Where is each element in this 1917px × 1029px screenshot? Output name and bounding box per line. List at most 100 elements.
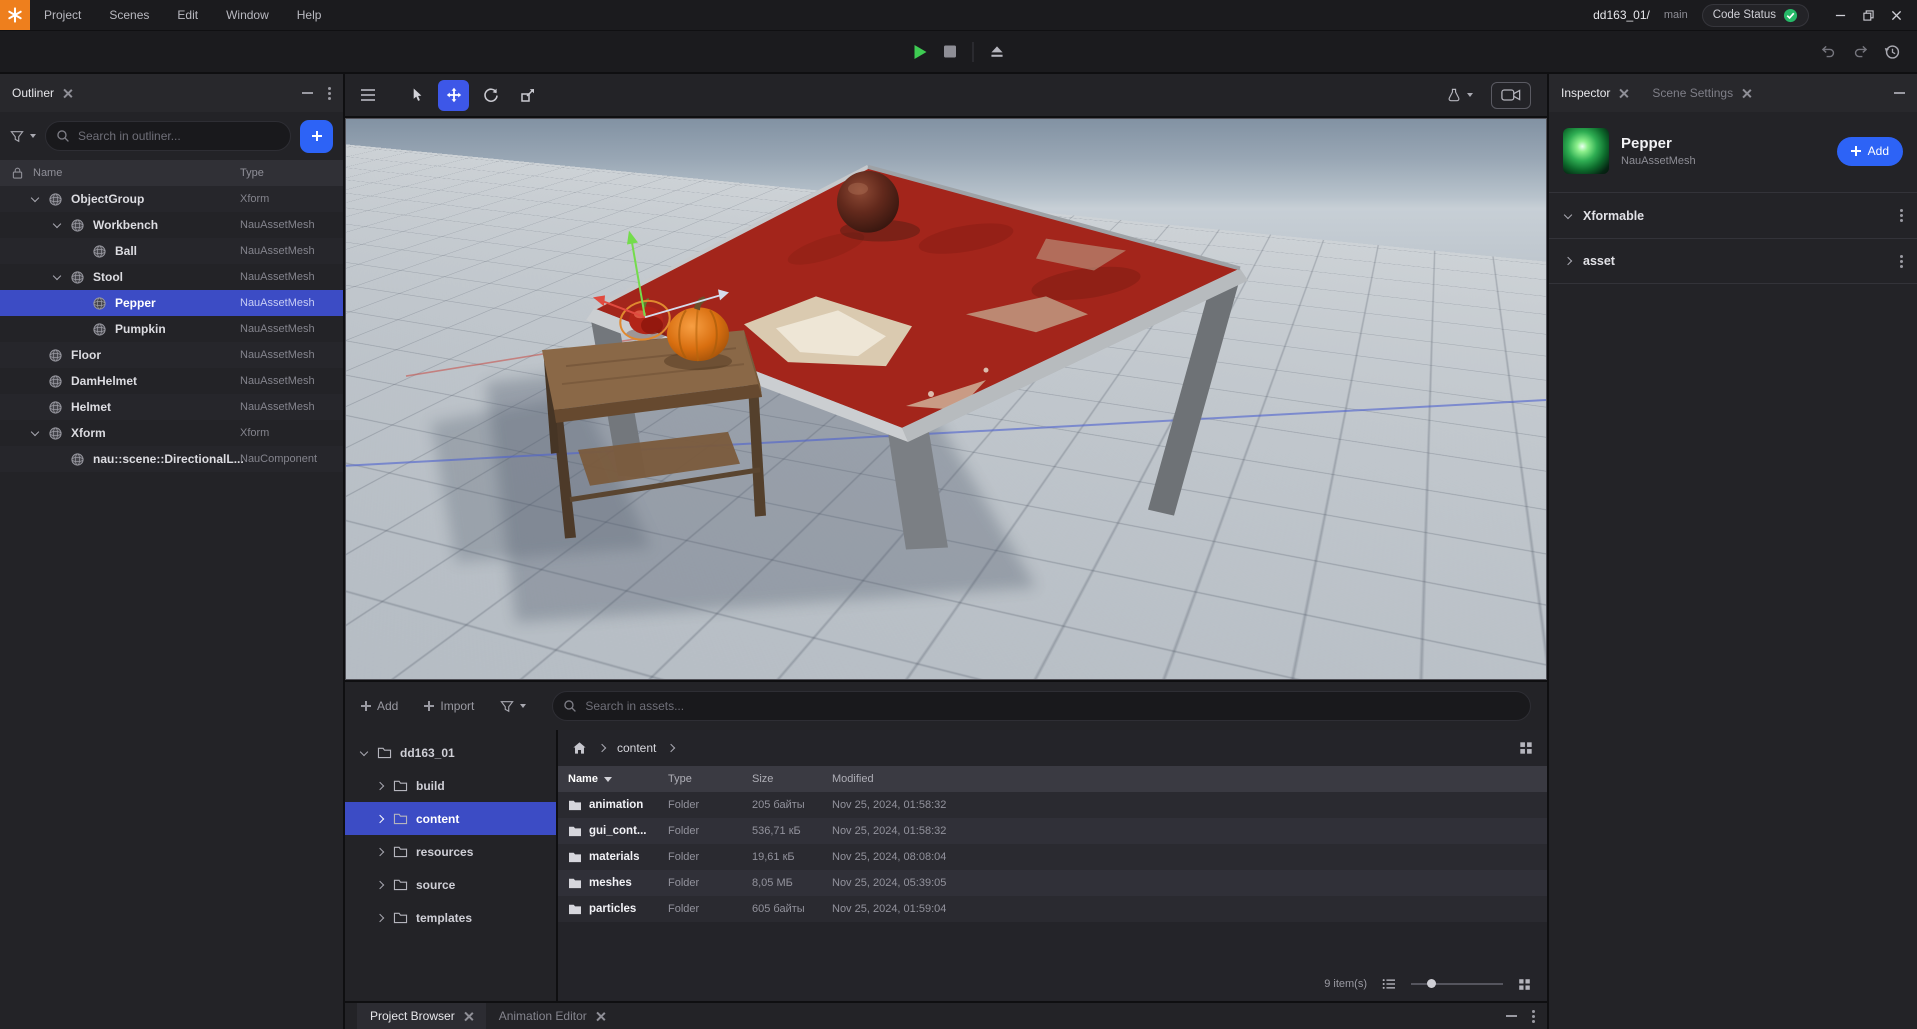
list-view-button[interactable] [1382, 978, 1396, 990]
scale-tool-button[interactable] [512, 80, 543, 111]
restore-button[interactable] [1855, 2, 1881, 28]
expand-icon[interactable] [74, 298, 84, 308]
outliner-row[interactable]: ObjectGroup Xform [0, 186, 343, 212]
render-settings-button[interactable] [1447, 88, 1473, 103]
thumbnail-view-button[interactable] [1518, 978, 1531, 991]
outliner-row[interactable]: Pumpkin NauAssetMesh [0, 316, 343, 342]
grid-view-button[interactable] [1519, 741, 1533, 755]
expand-icon[interactable] [1563, 256, 1573, 266]
outliner-row[interactable]: DamHelmet NauAssetMesh [0, 368, 343, 394]
close-button[interactable] [1883, 2, 1909, 28]
undo-button[interactable] [1820, 44, 1837, 59]
import-asset-button[interactable]: Import [424, 699, 474, 713]
outliner-row[interactable]: Pepper NauAssetMesh [0, 290, 343, 316]
menu-item[interactable]: Project [30, 0, 95, 30]
outliner-filter-button[interactable] [10, 130, 36, 143]
expand-icon[interactable] [30, 350, 40, 360]
file-row[interactable]: meshes Folder 8,05 МБ Nov 25, 2024, 05:3… [558, 870, 1547, 896]
viewport-3d[interactable] [345, 118, 1547, 680]
expand-icon[interactable] [30, 194, 40, 204]
rotate-tool-button[interactable] [475, 80, 506, 111]
expand-icon[interactable] [74, 246, 84, 256]
folder-tree-item[interactable]: source [345, 868, 556, 901]
inspector-section[interactable]: Xformable [1549, 192, 1917, 238]
inspector-section[interactable]: asset [1549, 238, 1917, 284]
add-object-button[interactable] [300, 120, 333, 153]
file-row[interactable]: animation Folder 205 байты Nov 25, 2024,… [558, 792, 1547, 818]
outliner-row[interactable]: Ball NauAssetMesh [0, 238, 343, 264]
column-header-name[interactable]: Name [33, 167, 62, 179]
outliner-search-input[interactable] [45, 121, 291, 151]
breadcrumb-item[interactable]: content [617, 741, 656, 755]
menu-item[interactable]: Edit [163, 0, 212, 30]
redo-button[interactable] [1852, 44, 1869, 59]
asset-search-input[interactable] [552, 691, 1531, 721]
menu-item[interactable]: Window [212, 0, 283, 30]
collapse-browser-button[interactable] [1506, 1015, 1517, 1017]
outliner-row[interactable]: Workbench NauAssetMesh [0, 212, 343, 238]
inspector-tab[interactable]: Scene Settings [1652, 86, 1751, 100]
column-type[interactable]: Type [668, 773, 752, 785]
expand-icon[interactable] [375, 880, 385, 890]
folder-tree-item[interactable]: resources [345, 835, 556, 868]
column-name[interactable]: Name [568, 773, 668, 785]
collapse-panel-button[interactable] [302, 92, 313, 94]
folder-tree-item[interactable]: dd163_01 [345, 736, 556, 769]
move-tool-button[interactable] [438, 80, 469, 111]
select-tool-button[interactable] [401, 80, 432, 111]
inspector-tab[interactable]: Inspector [1561, 86, 1628, 100]
outliner-row[interactable]: Helmet NauAssetMesh [0, 394, 343, 420]
close-icon[interactable] [1742, 89, 1751, 98]
expand-icon[interactable] [52, 220, 62, 230]
file-row[interactable]: particles Folder 605 байты Nov 25, 2024,… [558, 896, 1547, 922]
column-size[interactable]: Size [752, 773, 832, 785]
slider-handle[interactable] [1427, 979, 1436, 988]
expand-icon[interactable] [1563, 211, 1573, 221]
panel-tab[interactable]: Animation Editor [486, 1003, 618, 1029]
eject-button[interactable] [989, 45, 1004, 58]
camera-button[interactable] [1491, 82, 1531, 109]
expand-icon[interactable] [359, 748, 369, 758]
outliner-row[interactable]: Xform Xform [0, 420, 343, 446]
outliner-row[interactable]: Stool NauAssetMesh [0, 264, 343, 290]
app-logo-icon[interactable] [0, 0, 30, 30]
add-component-button[interactable]: Add [1837, 137, 1903, 166]
expand-icon[interactable] [30, 376, 40, 386]
expand-icon[interactable] [375, 847, 385, 857]
folder-tree-item[interactable]: content [345, 802, 556, 835]
file-row[interactable]: materials Folder 19,61 кБ Nov 25, 2024, … [558, 844, 1547, 870]
asset-thumbnail[interactable] [1563, 128, 1609, 174]
folder-tree-item[interactable]: build [345, 769, 556, 802]
outliner-row[interactable]: Floor NauAssetMesh [0, 342, 343, 368]
section-menu-icon[interactable] [1900, 214, 1903, 217]
close-icon[interactable] [1619, 89, 1628, 98]
menu-item[interactable]: Help [283, 0, 336, 30]
expand-icon[interactable] [375, 814, 385, 824]
viewport-menu-button[interactable] [361, 94, 375, 96]
folder-tree-item[interactable]: templates [345, 901, 556, 934]
column-header-type[interactable]: Type [240, 167, 264, 179]
minimize-button[interactable] [1827, 2, 1853, 28]
expand-icon[interactable] [375, 913, 385, 923]
play-button[interactable] [913, 44, 927, 60]
close-icon[interactable] [464, 1012, 473, 1021]
asset-filter-button[interactable] [500, 700, 526, 713]
expand-icon[interactable] [74, 324, 84, 334]
panel-tab[interactable]: Project Browser [357, 1003, 486, 1029]
add-asset-button[interactable]: Add [361, 699, 398, 713]
expand-icon[interactable] [52, 272, 62, 282]
close-icon[interactable] [596, 1012, 605, 1021]
section-menu-icon[interactable] [1900, 260, 1903, 263]
expand-icon[interactable] [375, 781, 385, 791]
expand-icon[interactable] [30, 402, 40, 412]
stop-button[interactable] [943, 45, 956, 58]
menu-item[interactable]: Scenes [95, 0, 163, 30]
panel-menu-button[interactable] [328, 92, 331, 95]
collapse-inspector-button[interactable] [1894, 92, 1905, 94]
home-button[interactable] [572, 741, 587, 755]
thumbnail-size-slider[interactable] [1411, 979, 1503, 989]
close-icon[interactable] [63, 89, 72, 98]
history-button[interactable] [1884, 44, 1901, 60]
column-modified[interactable]: Modified [832, 773, 1547, 785]
tab-outliner[interactable]: Outliner [12, 86, 72, 100]
